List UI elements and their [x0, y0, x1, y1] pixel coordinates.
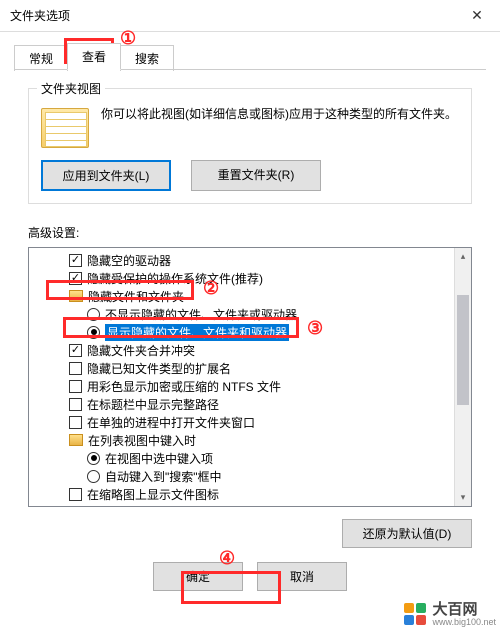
opt-hide-known-ext[interactable]: 隐藏已知文件类型的扩展名 [31, 359, 452, 377]
tab-general[interactable]: 常规 [14, 45, 68, 71]
watermark: 大百网 www.big100.net [404, 602, 496, 627]
opt-hide-protected-os[interactable]: 隐藏受保护的操作系统文件(推荐) [31, 269, 452, 287]
opt-auto-type-search[interactable]: 自动键入到"搜索"框中 [31, 467, 452, 485]
restore-defaults-button[interactable]: 还原为默认值(D) [342, 519, 472, 548]
scroll-track[interactable] [455, 265, 471, 489]
opt-hide-empty-drives[interactable]: 隐藏空的驱动器 [31, 251, 452, 269]
checkbox-icon [69, 398, 82, 411]
opt-hide-merge-conflict[interactable]: 隐藏文件夹合并冲突 [31, 341, 452, 359]
cancel-button[interactable]: 取消 [257, 562, 347, 591]
radio-icon [87, 326, 100, 339]
opt-full-path-title[interactable]: 在标题栏中显示完整路径 [31, 395, 452, 413]
advanced-settings-list[interactable]: 隐藏空的驱动器 隐藏受保护的操作系统文件(推荐) 隐藏文件和文件夹 不显示隐藏的… [28, 247, 472, 507]
folder-icon [69, 290, 83, 302]
titlebar: 文件夹选项 ✕ [0, 0, 500, 32]
checkbox-icon [69, 416, 82, 429]
folder-views-group: 文件夹视图 你可以将此视图(如详细信息或图标)应用于这种类型的所有文件夹。 应用… [28, 88, 472, 204]
opt-thumb-icon-cutoff[interactable]: 在缩略图上显示文件图标 [31, 485, 452, 503]
advanced-settings-inner: 隐藏空的驱动器 隐藏受保护的操作系统文件(推荐) 隐藏文件和文件夹 不显示隐藏的… [29, 248, 454, 506]
opt-dont-show-hidden[interactable]: 不显示隐藏的文件、文件夹或驱动器 [31, 305, 452, 323]
group-legend: 文件夹视图 [37, 80, 105, 97]
checkbox-icon [69, 344, 82, 357]
scroll-up-icon[interactable]: ▴ [455, 248, 471, 265]
checkbox-icon [69, 488, 82, 501]
opt-list-type-group[interactable]: 在列表视图中键入时 [31, 431, 452, 449]
ok-button[interactable]: 确定 [153, 562, 243, 591]
watermark-cn: 大百网 [432, 602, 496, 618]
folder-thumbnail-icon [41, 108, 89, 148]
reset-folders-button[interactable]: 重置文件夹(R) [191, 160, 321, 191]
checkbox-icon [69, 272, 82, 285]
scroll-down-icon[interactable]: ▾ [455, 489, 471, 506]
tab-content: 文件夹视图 你可以将此视图(如详细信息或图标)应用于这种类型的所有文件夹。 应用… [0, 70, 500, 595]
close-icon: ✕ [471, 7, 483, 24]
watermark-en: www.big100.net [432, 618, 496, 627]
opt-open-separate-process[interactable]: 在单独的进程中打开文件夹窗口 [31, 413, 452, 431]
watermark-logo-icon [404, 603, 426, 625]
checkbox-icon [69, 362, 82, 375]
radio-icon [87, 308, 100, 321]
opt-colored-ntfs[interactable]: 用彩色显示加密或压缩的 NTFS 文件 [31, 377, 452, 395]
scroll-thumb[interactable] [457, 295, 469, 405]
window-title: 文件夹选项 [10, 7, 454, 24]
opt-hidden-files-group[interactable]: 隐藏文件和文件夹 [31, 287, 452, 305]
tab-search[interactable]: 搜索 [120, 45, 174, 71]
opt-select-in-view[interactable]: 在视图中选中键入项 [31, 449, 452, 467]
folder-icon [69, 434, 83, 446]
radio-icon [87, 470, 100, 483]
folder-views-desc: 你可以将此视图(如详细信息或图标)应用于这种类型的所有文件夹。 [101, 105, 459, 124]
checkbox-icon [69, 380, 82, 393]
apply-to-folders-button[interactable]: 应用到文件夹(L) [41, 160, 171, 191]
advanced-label: 高级设置: [28, 224, 472, 241]
radio-icon [87, 452, 100, 465]
checkbox-icon [69, 254, 82, 267]
close-button[interactable]: ✕ [454, 0, 500, 32]
opt-show-hidden[interactable]: 显示隐藏的文件、文件夹和驱动器 [31, 323, 452, 341]
tab-bar: 常规 查看 搜索 [0, 40, 500, 70]
tab-view[interactable]: 查看 [67, 43, 121, 70]
scrollbar[interactable]: ▴ ▾ [454, 248, 471, 506]
